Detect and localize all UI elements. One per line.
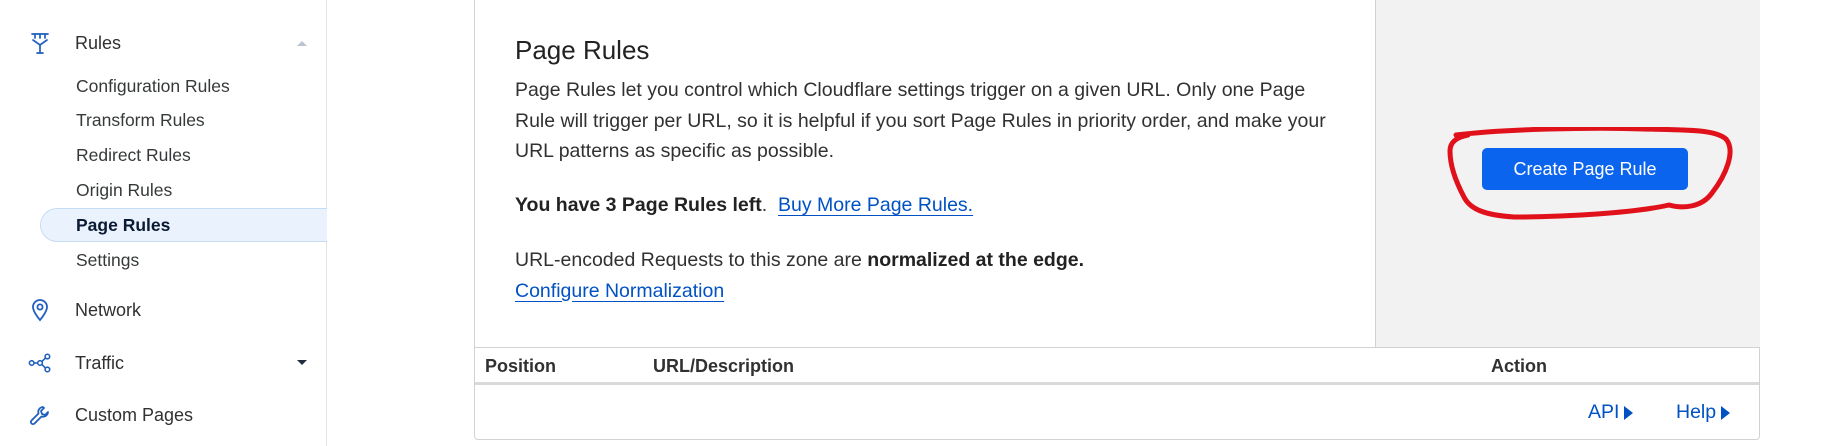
page-title: Page Rules	[515, 35, 650, 65]
sidebar-item-network[interactable]: Network	[0, 292, 327, 328]
chevron-down-icon	[295, 358, 309, 368]
sidebar-item-redirect-rules[interactable]: Redirect Rules	[40, 138, 327, 172]
card-actions-panel: Create Page Rule	[1375, 0, 1760, 347]
normalization-bold: normalized at the edge.	[867, 249, 1085, 271]
sidebar-item-label: Rules	[75, 32, 122, 53]
column-header-action: Action	[1491, 356, 1547, 376]
column-header-url-description: URL/Description	[653, 356, 795, 376]
sidebar-item-label: Origin Rules	[76, 179, 173, 200]
buy-more-page-rules-link[interactable]: Buy More Page Rules.	[778, 194, 973, 216]
sidebar-item-traffic[interactable]: Traffic	[0, 345, 327, 381]
sidebar-item-rules[interactable]: Rules	[0, 25, 327, 61]
wrench-icon	[28, 403, 52, 427]
sidebar: Rules Configuration Rules Transform Rule…	[0, 0, 327, 446]
sidebar-item-label: Settings	[76, 249, 140, 270]
create-page-rule-button[interactable]: Create Page Rule	[1482, 148, 1688, 190]
sidebar-item-label: Transform Rules	[76, 109, 205, 130]
sidebar-item-page-rules[interactable]: Page Rules	[40, 208, 327, 242]
sidebar-item-label: Configuration Rules	[76, 75, 230, 96]
sidebar-item-settings[interactable]: Settings	[40, 243, 327, 277]
sidebar-item-configuration-rules[interactable]: Configuration Rules	[40, 69, 327, 103]
normalization-text: URL-encoded Requests to this zone are	[515, 249, 868, 271]
caret-right-icon	[1721, 405, 1731, 420]
rules-table-header: Position URL/Description Action	[475, 347, 1759, 385]
sidebar-item-label: Page Rules	[76, 214, 171, 235]
rules-remaining-text: You have 3 Page Rules left	[515, 194, 762, 216]
api-link[interactable]: API	[1588, 401, 1634, 424]
api-link-label: API	[1588, 401, 1620, 423]
normalization-info: URL-encoded Requests to this zone are no…	[515, 245, 1084, 306]
rules-remaining-punct: .	[761, 194, 768, 216]
chevron-up-icon	[295, 38, 309, 48]
rules-remaining: You have 3 Page Rules left. Buy More Pag…	[515, 194, 973, 217]
sidebar-item-label: Traffic	[75, 352, 125, 373]
sidebar-item-label: Network	[75, 299, 142, 320]
location-pin-icon	[28, 298, 52, 322]
help-link[interactable]: Help	[1676, 401, 1731, 424]
configure-normalization-link[interactable]: Configure Normalization	[515, 280, 724, 302]
rules-icon	[28, 31, 52, 55]
sidebar-item-custom-pages[interactable]: Custom Pages	[0, 397, 327, 433]
page-description: Page Rules let you control which Cloudfl…	[515, 79, 1326, 162]
sidebar-item-label: Redirect Rules	[76, 144, 191, 165]
traffic-icon	[28, 351, 52, 375]
rules-table-footer: API Help	[475, 389, 1759, 437]
sidebar-item-origin-rules[interactable]: Origin Rules	[40, 173, 327, 207]
column-header-position: Position	[485, 356, 556, 376]
page-rules-card: Page Rules Page Rules let you control wh…	[474, 0, 1760, 440]
caret-right-icon	[1624, 405, 1634, 420]
card-body: Page Rules Page Rules let you control wh…	[475, 0, 1375, 347]
sidebar-item-label: Custom Pages	[75, 404, 194, 425]
sidebar-item-transform-rules[interactable]: Transform Rules	[40, 103, 327, 137]
help-link-label: Help	[1676, 401, 1717, 423]
